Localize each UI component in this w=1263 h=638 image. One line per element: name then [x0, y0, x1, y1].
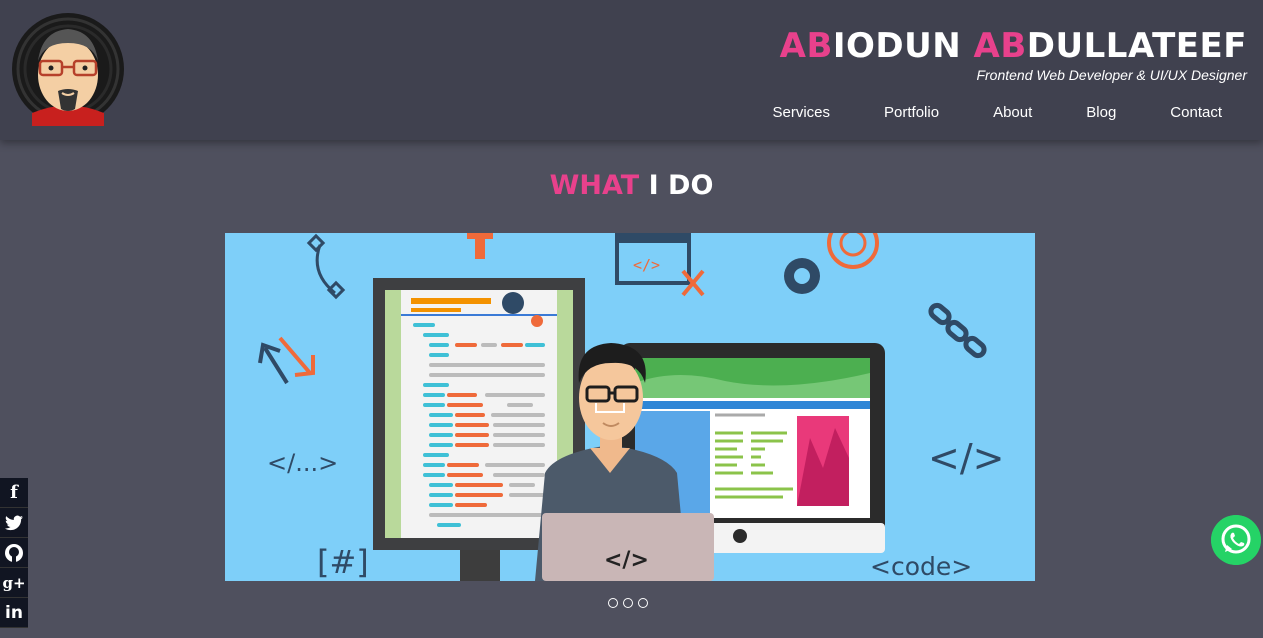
hero-illustration: </> </...> </> [#] <code> </>	[225, 233, 1035, 581]
twitter-icon[interactable]	[0, 508, 28, 538]
twitter-bird-glyph	[5, 515, 23, 530]
nav-about[interactable]: About	[966, 104, 1059, 121]
laptop: </>	[542, 513, 714, 581]
brand-title-accent-2: AB	[973, 26, 1027, 66]
nav-portfolio[interactable]: Portfolio	[857, 104, 966, 121]
facebook-icon[interactable]: f	[0, 478, 28, 508]
main-nav: Services Portfolio About Blog Contact	[746, 104, 1250, 121]
brand-block: ABIODUN ABDULLATEEF Frontend Web Develop…	[780, 28, 1247, 83]
laptop-code-tag: </>	[604, 548, 649, 573]
gear-icon	[784, 258, 820, 294]
carousel-dot-1[interactable]	[608, 598, 618, 608]
brand-title[interactable]: ABIODUN ABDULLATEEF	[780, 28, 1247, 64]
linkedin-icon[interactable]: in	[0, 598, 28, 628]
nav-contact[interactable]: Contact	[1143, 104, 1249, 121]
nav-services[interactable]: Services	[746, 104, 858, 121]
section-title: WHAT I DO	[0, 170, 1263, 201]
nav-blog[interactable]: Blog	[1059, 104, 1143, 121]
section-title-rest: I DO	[639, 170, 714, 201]
code-tag-left: </...>	[267, 449, 338, 477]
social-sidebar: f g+ in	[0, 478, 28, 628]
brand-title-rest-2: DULLATEEF	[1026, 26, 1247, 66]
github-icon[interactable]	[0, 538, 28, 568]
avatar-logo[interactable]	[12, 13, 125, 126]
browser-code-tag: </>	[633, 256, 660, 274]
brand-title-rest-1: IODUN	[832, 26, 974, 66]
site-header: ABIODUN ABDULLATEEF Frontend Web Develop…	[0, 0, 1263, 140]
brand-title-accent-1: AB	[779, 26, 833, 66]
google-plus-icon[interactable]: g+	[0, 568, 28, 598]
section-title-accent: WHAT	[549, 170, 640, 201]
carousel-dot-2[interactable]	[623, 598, 633, 608]
hash-tag: [#]	[317, 543, 369, 581]
carousel-dot-3[interactable]	[638, 598, 648, 608]
brand-subtitle: Frontend Web Developer & UI/UX Designer	[976, 67, 1247, 83]
code-word: <code>	[870, 552, 972, 581]
whatsapp-icon[interactable]	[1211, 515, 1261, 565]
github-glyph	[5, 543, 23, 562]
carousel-dots	[608, 598, 653, 608]
code-tag-right: </>	[928, 436, 1004, 480]
